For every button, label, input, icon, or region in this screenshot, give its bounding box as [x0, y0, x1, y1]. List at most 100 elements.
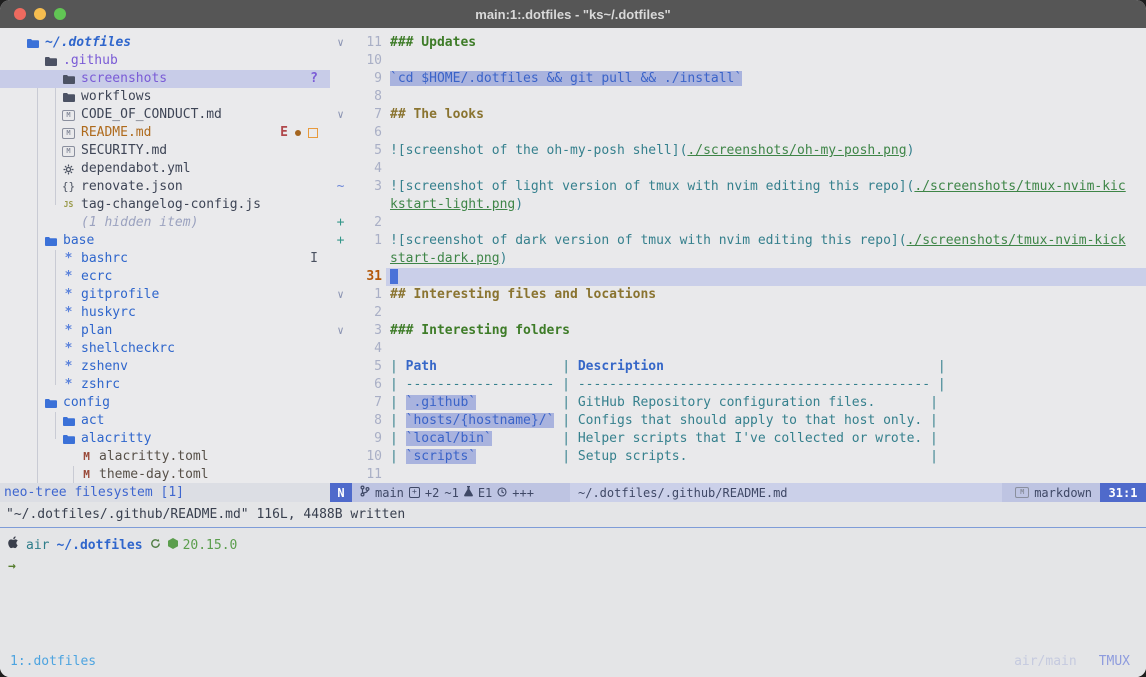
- tree-item-badges: I: [310, 250, 330, 268]
- line-number: 7: [348, 394, 382, 412]
- line-text: | `.github` | GitHub Repository configur…: [390, 394, 1146, 412]
- question-badge: ?: [310, 70, 318, 88]
- tree-item-label: ecrc: [81, 268, 112, 286]
- git-branch-icon: [360, 484, 370, 502]
- editor-line[interactable]: ∨3### Interesting folders: [330, 322, 1146, 340]
- tree-item-label: plan: [81, 322, 112, 340]
- editor-line[interactable]: 10| `scripts` | Setup scripts. |: [330, 448, 1146, 466]
- tree-item[interactable]: {}renovate.json: [0, 178, 330, 196]
- tree-item[interactable]: *gitprofile: [0, 286, 330, 304]
- tree-item[interactable]: *plan: [0, 322, 330, 340]
- fold-chevron-icon[interactable]: ∨: [334, 322, 347, 340]
- apple-icon: [8, 536, 19, 555]
- star-icon: *: [62, 358, 75, 376]
- tree-item-label: bashrc: [81, 250, 128, 268]
- editor-line[interactable]: 5![screenshot of the oh-my-posh shell](.…: [330, 142, 1146, 160]
- tree-item[interactable]: Mtheme-day.toml: [0, 466, 330, 483]
- tree-item[interactable]: screenshots?: [0, 70, 330, 88]
- editor-line[interactable]: 11: [330, 466, 1146, 483]
- zoom-button[interactable]: [54, 8, 66, 20]
- tree-item[interactable]: *ecrc: [0, 268, 330, 286]
- tree-item[interactable]: act: [0, 412, 330, 430]
- text-cursor-block: [390, 269, 398, 284]
- editor-line[interactable]: 8: [330, 88, 1146, 106]
- tree-item-label: workflows: [81, 88, 151, 106]
- editor-line[interactable]: ∨7## The looks: [330, 106, 1146, 124]
- editor-line[interactable]: ~3![screenshot of light version of tmux …: [330, 178, 1146, 196]
- editor-line[interactable]: 6: [330, 124, 1146, 142]
- tree-item-label: gitprofile: [81, 286, 159, 304]
- tree-item-label: act: [81, 412, 104, 430]
- line-text: | ------------------- | ----------------…: [390, 376, 1146, 394]
- tree-item[interactable]: (1 hidden item): [0, 214, 330, 232]
- editor-line[interactable]: start-dark.png): [330, 250, 1146, 268]
- line-number: 31: [348, 268, 382, 286]
- tree-item-label: huskyrc: [81, 304, 136, 322]
- tree-item[interactable]: MSECURITY.md: [0, 142, 330, 160]
- tree-item[interactable]: Malacritty.toml: [0, 448, 330, 466]
- editor-line[interactable]: 5| Path | Description |: [330, 358, 1146, 376]
- editor-line[interactable]: 6| ------------------- | ---------------…: [330, 376, 1146, 394]
- editor-line[interactable]: 4: [330, 160, 1146, 178]
- editor-line[interactable]: 31: [330, 268, 1146, 286]
- neo-tree-sidebar[interactable]: ~/.dotfiles.githubscreenshots?workflowsM…: [0, 28, 330, 483]
- line-number: 5: [348, 358, 382, 376]
- tree-item[interactable]: MREADME.mdE: [0, 124, 330, 142]
- tmux-status-bar: 1:.dotfiles air/main TMUX: [0, 647, 1146, 677]
- tree-item[interactable]: *shellcheckrc: [0, 340, 330, 358]
- editor-line[interactable]: 8| `hosts/{hostname}/` | Configs that sh…: [330, 412, 1146, 430]
- tree-item[interactable]: MCODE_OF_CONDUCT.md: [0, 106, 330, 124]
- line-text: ![screenshot of light version of tmux wi…: [390, 178, 1146, 196]
- tree-item[interactable]: base: [0, 232, 330, 250]
- tree-item[interactable]: *bashrcI: [0, 250, 330, 268]
- tree-item[interactable]: ~/.dotfiles: [0, 34, 330, 52]
- star-icon: *: [62, 376, 75, 394]
- tree-item[interactable]: .github: [0, 52, 330, 70]
- shell-pane[interactable]: air ~/.dotfiles 20.15.0 →: [0, 528, 1146, 647]
- tree-item-label: (1 hidden item): [81, 214, 198, 232]
- editor-line[interactable]: 4: [330, 340, 1146, 358]
- fold-chevron-icon[interactable]: ∨: [334, 106, 347, 124]
- line-text: ### Interesting folders: [390, 322, 1146, 340]
- editor-line[interactable]: ∨11### Updates: [330, 34, 1146, 52]
- diff-added: +2: [425, 484, 439, 502]
- editor-line[interactable]: 7 | `.github` | GitHub Repository configu…: [330, 394, 1146, 412]
- editor-line[interactable]: +2: [330, 214, 1146, 232]
- editor-line[interactable]: 10: [330, 52, 1146, 70]
- fold-chevron-icon[interactable]: ∨: [334, 34, 347, 52]
- close-button[interactable]: [14, 8, 26, 20]
- statusline: N main + +2 ~1 E1 +++ ~/.dotfiles/.githu…: [330, 483, 1146, 502]
- tree-item-label: zshenv: [81, 358, 128, 376]
- node-icon: [168, 537, 178, 555]
- command-line-message: "~/.dotfiles/.github/README.md" 116L, 44…: [0, 502, 1146, 527]
- folder-blue-icon: [62, 434, 75, 444]
- line-text: | `hosts/{hostname}/` | Configs that sho…: [390, 412, 1146, 430]
- folder-dark-icon: [62, 74, 75, 84]
- editor-line[interactable]: ∨1## Interesting files and locations: [330, 286, 1146, 304]
- tree-item-label: alacritty.toml: [99, 448, 209, 466]
- line-text: kstart-light.png): [390, 196, 1146, 214]
- filetype-label: markdown: [1034, 484, 1092, 502]
- editor-line[interactable]: 9`cd $HOME/.dotfiles && git pull && ./in…: [330, 70, 1146, 88]
- tree-item[interactable]: JStag-changelog-config.js: [0, 196, 330, 214]
- tree-item[interactable]: *huskyrc: [0, 304, 330, 322]
- git-sign: +: [334, 214, 347, 232]
- editor-line[interactable]: kstart-light.png): [330, 196, 1146, 214]
- tree-item[interactable]: config: [0, 394, 330, 412]
- tree-item[interactable]: *zshrc: [0, 376, 330, 394]
- editor-line[interactable]: 2: [330, 304, 1146, 322]
- cursor-position: 31:1: [1100, 483, 1146, 502]
- tree-item[interactable]: workflows: [0, 88, 330, 106]
- minimize-button[interactable]: [34, 8, 46, 20]
- folder-blue-icon: [62, 416, 75, 426]
- tree-item[interactable]: alacritty: [0, 430, 330, 448]
- tmux-window-item[interactable]: 1:.dotfiles: [0, 653, 96, 671]
- editor-pane[interactable]: ∨11### Updates109`cd $HOME/.dotfiles && …: [330, 28, 1146, 483]
- title-bar[interactable]: main:1:.dotfiles - "ks~/.dotfiles": [0, 0, 1146, 28]
- tree-item[interactable]: * zshenv: [0, 358, 330, 376]
- fold-chevron-icon[interactable]: ∨: [334, 286, 347, 304]
- editor-line[interactable]: 9| `local/bin` | Helper scripts that I'v…: [330, 430, 1146, 448]
- tree-item[interactable]: dependabot.yml: [0, 160, 330, 178]
- tree-item-label: theme-day.toml: [99, 466, 209, 483]
- editor-line[interactable]: +1![screenshot of dark version of tmux w…: [330, 232, 1146, 250]
